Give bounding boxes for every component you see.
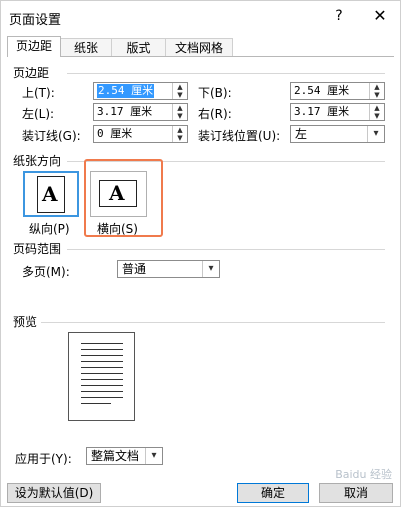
multiple-pages-label: 多页(M):: [22, 265, 70, 279]
multiple-pages-select[interactable]: 普通 ▾: [117, 260, 220, 278]
apply-to-select[interactable]: 整篇文档 ▾: [86, 447, 163, 465]
right-margin-label: 右(R):: [198, 107, 232, 121]
bottom-margin-spinner[interactable]: 2.54 厘米 ▲ ▼: [290, 82, 385, 100]
title-bar: 页面设置 ? ✕: [1, 1, 400, 33]
spin-up-icon[interactable]: ▲: [173, 126, 187, 134]
spin-down-icon[interactable]: ▼: [173, 134, 187, 142]
tab-paper[interactable]: 纸张: [60, 38, 112, 56]
chevron-down-icon[interactable]: ▾: [202, 261, 219, 277]
gutter-label: 装订线(G):: [22, 129, 81, 143]
pages-section-label: 页码范围: [13, 242, 62, 256]
spin-down-icon[interactable]: ▼: [173, 112, 187, 120]
bottom-margin-value[interactable]: 2.54 厘米: [294, 84, 349, 98]
landscape-label[interactable]: 横向(S): [97, 220, 138, 237]
orientation-section-label: 纸张方向: [13, 154, 62, 168]
left-margin-spinner[interactable]: 3.17 厘米 ▲ ▼: [93, 103, 188, 121]
gutter-position-select[interactable]: 左 ▾: [290, 125, 385, 143]
tab-layout[interactable]: 版式: [111, 38, 166, 56]
left-margin-value[interactable]: 3.17 厘米: [97, 105, 152, 119]
margins-separator: [67, 73, 385, 74]
preview-separator: [41, 322, 385, 323]
spin-up-icon[interactable]: ▲: [370, 83, 384, 91]
preview-section-label: 预览: [13, 315, 38, 329]
landscape-glyph: A: [109, 181, 125, 205]
gutter-value[interactable]: 0 厘米: [97, 127, 132, 141]
tab-doc-grid[interactable]: 文档网格: [165, 38, 233, 56]
spin-down-icon[interactable]: ▼: [370, 91, 384, 99]
gutter-position-value: 左: [295, 127, 308, 141]
apply-to-value: 整篇文档: [91, 449, 140, 463]
right-margin-spinner[interactable]: 3.17 厘米 ▲ ▼: [290, 103, 385, 121]
page-setup-dialog: 页面设置 ? ✕ 页边距 纸张 版式 文档网格 页边距 上(T): 2.54 厘…: [0, 0, 401, 507]
multiple-pages-value: 普通: [122, 262, 147, 276]
gutter-position-label: 装订线位置(U):: [198, 129, 281, 143]
apply-to-label: 应用于(Y):: [15, 452, 72, 466]
landscape-option[interactable]: A 横向(S): [90, 171, 150, 237]
margins-section-label: 页边距: [13, 66, 50, 80]
chevron-down-icon[interactable]: ▾: [145, 448, 162, 464]
spin-up-icon[interactable]: ▲: [173, 83, 187, 91]
top-margin-value[interactable]: 2.54 厘米: [97, 84, 155, 98]
top-margin-spinner[interactable]: 2.54 厘米 ▲ ▼: [93, 82, 188, 100]
tab-margins[interactable]: 页边距: [7, 36, 61, 57]
right-margin-value[interactable]: 3.17 厘米: [294, 105, 349, 119]
preview-page: [68, 332, 135, 421]
dialog-title: 页面设置: [9, 13, 62, 28]
cancel-button[interactable]: 取消: [319, 483, 393, 503]
portrait-option[interactable]: A 纵向(P): [23, 171, 83, 237]
left-margin-label: 左(L):: [22, 107, 55, 121]
spin-down-icon[interactable]: ▼: [173, 91, 187, 99]
portrait-glyph: A: [42, 182, 58, 206]
gutter-spinner[interactable]: 0 厘米 ▲ ▼: [93, 125, 188, 143]
chevron-down-icon[interactable]: ▾: [367, 126, 384, 142]
top-margin-label: 上(T):: [22, 86, 55, 100]
help-button[interactable]: ?: [328, 5, 350, 27]
set-default-button[interactable]: 设为默认值(D): [7, 483, 101, 503]
portrait-label[interactable]: 纵向(P): [29, 220, 70, 237]
watermark: Baidu 经验: [335, 468, 392, 481]
spin-up-icon[interactable]: ▲: [173, 104, 187, 112]
spin-down-icon[interactable]: ▼: [370, 112, 384, 120]
pages-separator: [67, 249, 385, 250]
bottom-margin-label: 下(B):: [198, 86, 232, 100]
tab-divider: [7, 56, 394, 57]
spin-up-icon[interactable]: ▲: [370, 104, 384, 112]
close-button[interactable]: ✕: [369, 5, 391, 27]
ok-button[interactable]: 确定: [237, 483, 309, 503]
